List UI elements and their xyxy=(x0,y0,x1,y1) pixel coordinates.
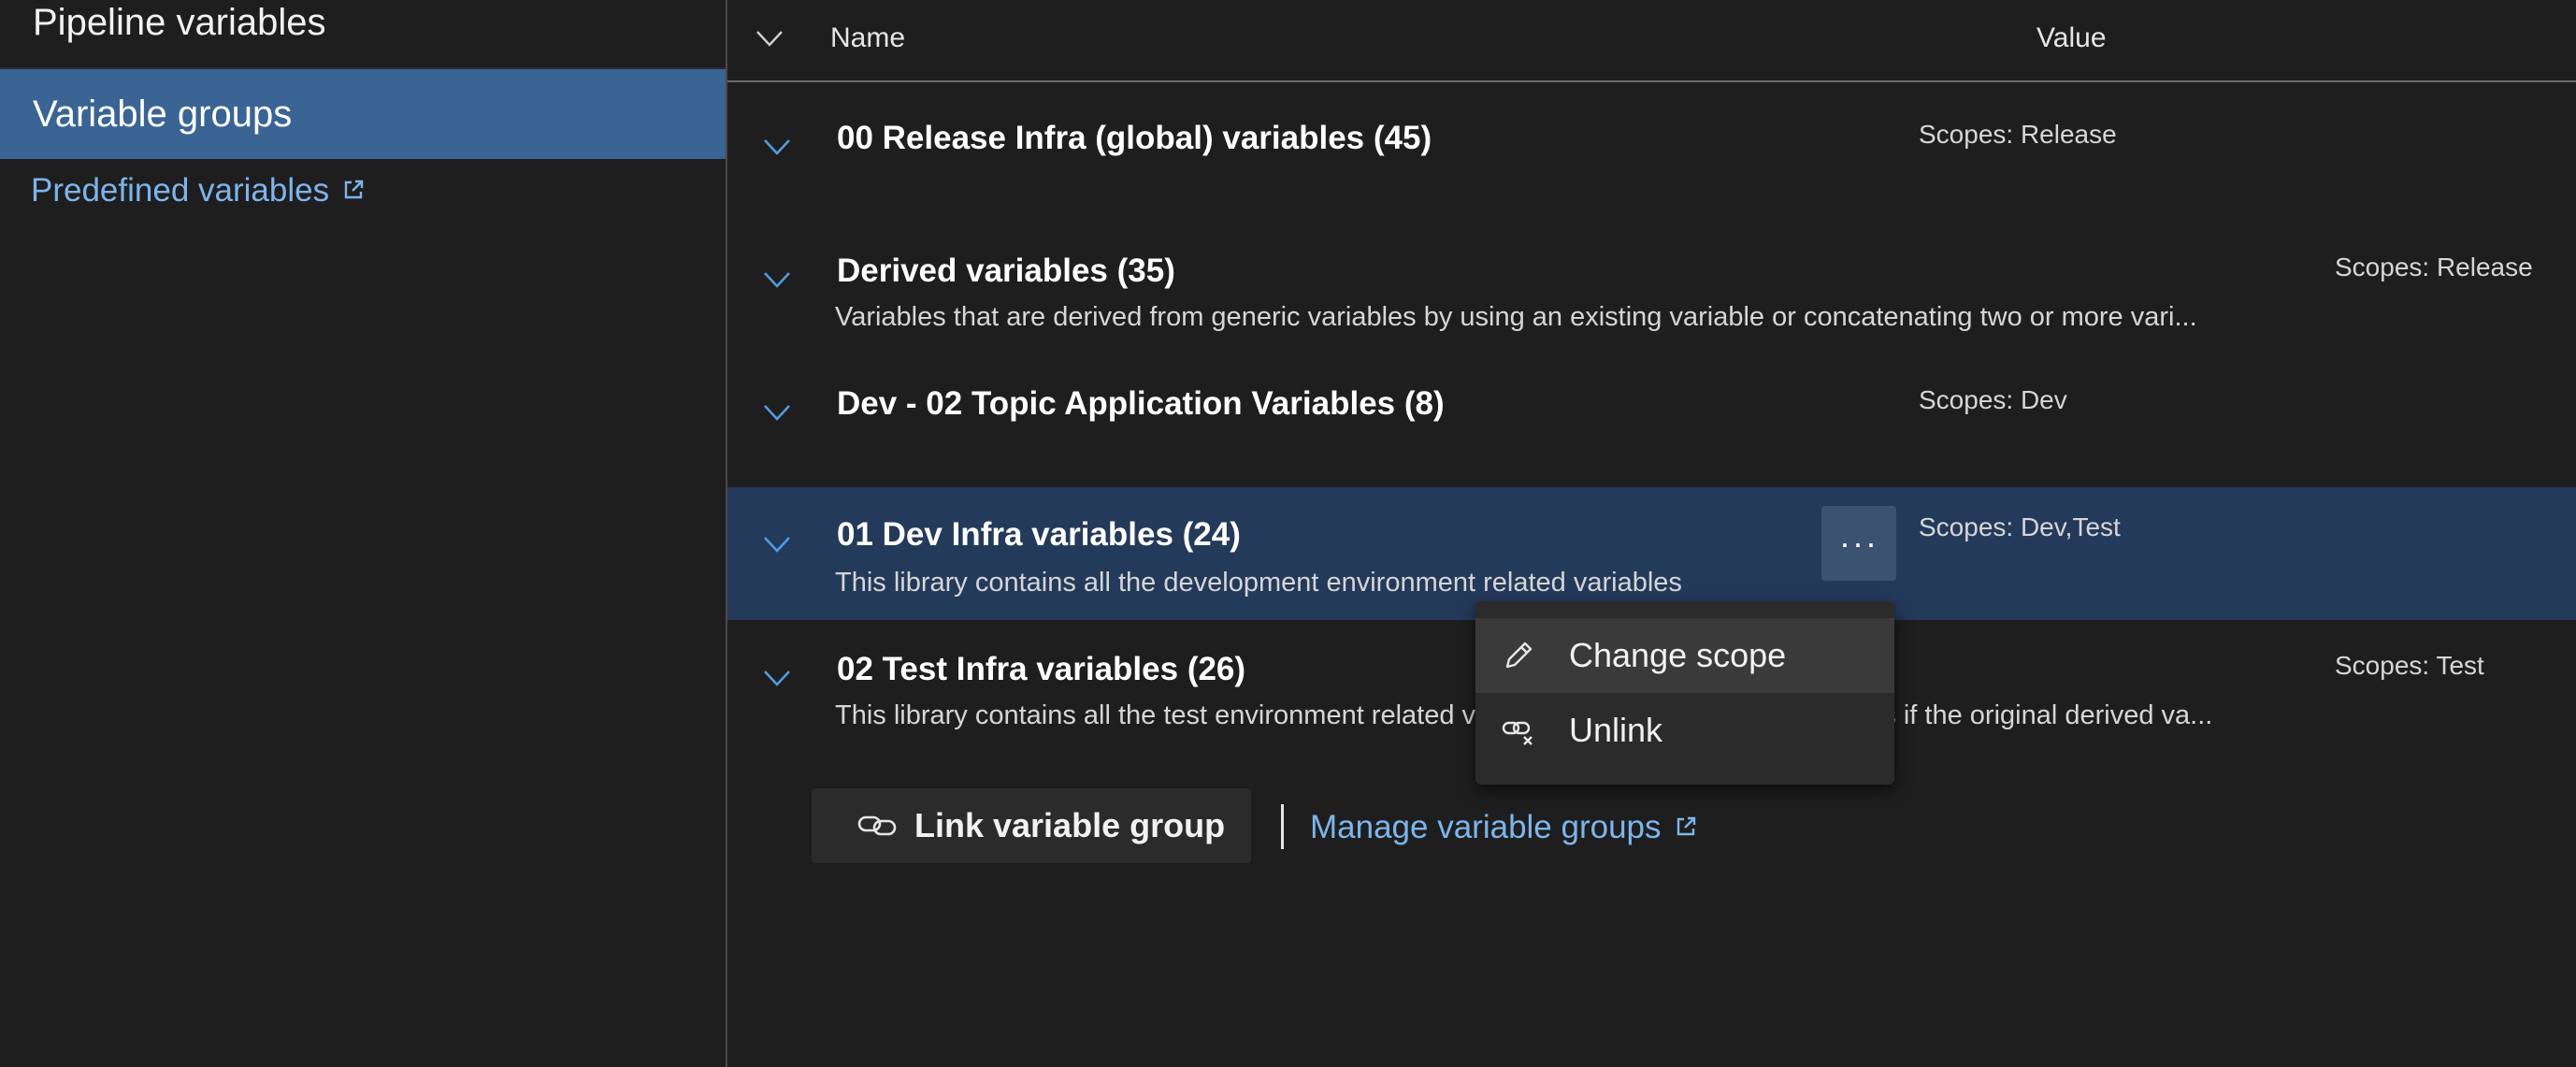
variable-group-row[interactable]: Derived variables (35) Variables that ar… xyxy=(727,224,2576,357)
menu-item-change-scope[interactable]: Change scope xyxy=(1475,618,1894,693)
link-variable-group-label: Link variable group xyxy=(914,806,1226,844)
expand-chevron-icon[interactable] xyxy=(761,397,793,433)
menu-item-label: Change scope xyxy=(1569,636,1787,674)
external-link-icon xyxy=(342,172,365,209)
footer-separator xyxy=(1281,804,1284,849)
predefined-variables-label: Predefined variables xyxy=(31,172,330,209)
variable-group-scope: Scopes: Release xyxy=(2335,252,2533,281)
variable-group-row[interactable]: 00 Release Infra (global) variables (45)… xyxy=(727,92,2576,224)
more-actions-button[interactable]: ··· xyxy=(1821,506,1896,581)
variable-group-row-selected[interactable]: 01 Dev Infra variables (24) This library… xyxy=(727,487,2576,620)
collapse-all-chevron-icon[interactable] xyxy=(754,22,785,59)
menu-item-label: Unlink xyxy=(1569,711,1663,749)
column-header-value[interactable]: Value xyxy=(2036,22,2107,54)
variable-groups-panel: Name Value 00 Release Infra (global) var… xyxy=(727,0,2576,1067)
expand-chevron-icon[interactable] xyxy=(761,662,793,699)
sidebar-item-pipeline-variables[interactable]: Pipeline variables xyxy=(33,2,326,44)
column-header-name[interactable]: Name xyxy=(830,22,905,54)
variable-group-title: Dev - 02 Topic Application Variables (8) xyxy=(837,385,1445,422)
sidebar-item-variable-groups[interactable]: Variable groups xyxy=(0,69,726,159)
link-variable-group-button[interactable]: Link variable group xyxy=(812,788,1251,863)
unlink-icon xyxy=(1500,712,1537,757)
variable-group-scope: Scopes: Dev,Test xyxy=(1919,512,2121,541)
variable-group-row[interactable]: Dev - 02 Topic Application Variables (8)… xyxy=(727,357,2576,490)
manage-variable-groups-link[interactable]: Manage variable groups xyxy=(1310,809,1697,846)
variable-group-title: Derived variables (35) xyxy=(837,252,1175,289)
variable-group-description: Variables that are derived from generic … xyxy=(835,302,2197,332)
row-context-menu: Change scope Unlink xyxy=(1475,601,1894,785)
external-link-icon xyxy=(1675,809,1697,846)
variable-group-scope: Scopes: Test xyxy=(2335,651,2484,680)
variable-group-scope: Scopes: Dev xyxy=(1919,385,2067,414)
menu-item-unlink[interactable]: Unlink xyxy=(1475,693,1894,768)
variable-group-description: This library contains all the developmen… xyxy=(835,568,1682,598)
variable-group-title: 00 Release Infra (global) variables (45) xyxy=(837,120,1432,156)
expand-chevron-icon[interactable] xyxy=(761,528,793,565)
variable-group-title: 02 Test Infra variables (26) xyxy=(837,651,1246,687)
expand-chevron-icon[interactable] xyxy=(761,131,793,167)
link-icon xyxy=(856,809,898,851)
expand-chevron-icon[interactable] xyxy=(761,264,793,300)
manage-variable-groups-label: Manage variable groups xyxy=(1310,809,1662,845)
sidebar: Pipeline variables Variable groups Prede… xyxy=(0,0,727,1067)
pencil-icon xyxy=(1500,637,1537,683)
table-header: Name Value xyxy=(727,0,2576,82)
variable-group-scope: Scopes: Release xyxy=(1919,120,2117,149)
predefined-variables-link[interactable]: Predefined variables xyxy=(31,172,365,209)
variable-group-title: 01 Dev Infra variables (24) xyxy=(837,516,1241,553)
